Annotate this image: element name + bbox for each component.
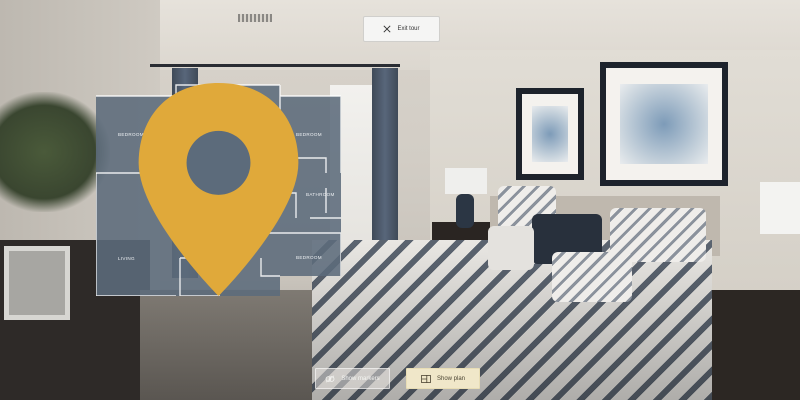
show-markers-button[interactable]: Show markers bbox=[315, 368, 390, 389]
pillow bbox=[488, 226, 534, 270]
exit-tour-button[interactable]: Exit tour bbox=[363, 16, 440, 42]
photo-frame bbox=[4, 246, 70, 320]
panorama-viewer[interactable]: Exit tour Bedroom Bathroom Bedro bbox=[0, 0, 800, 400]
floor bbox=[140, 290, 320, 400]
floorplan-icon bbox=[421, 374, 431, 383]
air-vent bbox=[238, 14, 272, 22]
wall-art-large bbox=[600, 62, 728, 186]
curtain-rod bbox=[150, 64, 400, 67]
show-plan-label: Show plan bbox=[436, 375, 466, 382]
exit-tour-label: Exit tour bbox=[397, 26, 420, 32]
nightstand-right bbox=[705, 290, 800, 400]
wall-art-small bbox=[516, 88, 584, 180]
lamp-shade-right bbox=[760, 182, 800, 234]
plant bbox=[0, 92, 110, 212]
lamp-base bbox=[456, 194, 474, 228]
show-markers-label: Show markers bbox=[341, 375, 380, 382]
location-marker-icon[interactable] bbox=[96, 83, 341, 296]
show-plan-button[interactable]: Show plan bbox=[406, 368, 480, 389]
lamp-shade bbox=[445, 168, 487, 194]
pillow bbox=[552, 252, 632, 302]
floorplan-overlay[interactable]: Bedroom Bathroom Bedroom Bedroom Bathroo… bbox=[96, 83, 341, 296]
close-icon bbox=[383, 25, 392, 33]
markers-icon bbox=[325, 375, 335, 382]
